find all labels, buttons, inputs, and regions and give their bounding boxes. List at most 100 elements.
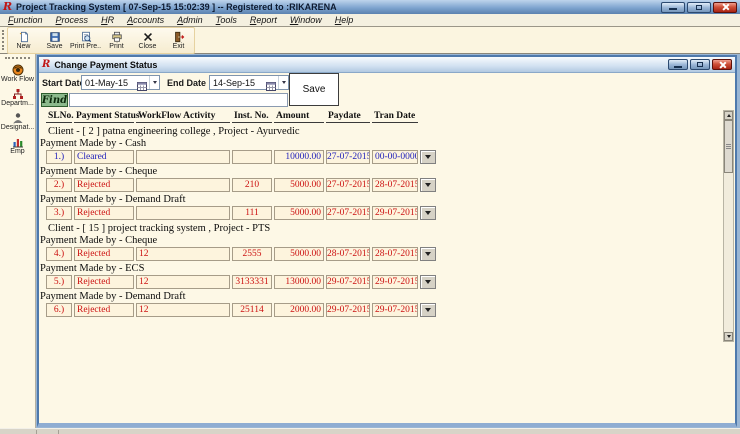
- scroll-down-button[interactable]: [724, 332, 733, 341]
- payment-status-cell[interactable]: Rejected: [74, 303, 134, 317]
- workflow-activity-cell[interactable]: [136, 178, 230, 192]
- status-separator: [58, 430, 59, 434]
- end-date-picker[interactable]: 14-Sep-15: [209, 75, 289, 90]
- payment-method-header: Payment Made by - Cash: [39, 138, 443, 150]
- find-button[interactable]: Find: [41, 93, 68, 107]
- department-icon: [12, 88, 24, 100]
- toolbar-grip[interactable]: [2, 30, 6, 50]
- dialog-close-button[interactable]: [712, 59, 732, 70]
- workflow-activity-cell[interactable]: [136, 150, 230, 164]
- dialog-minimize-button[interactable]: [668, 59, 688, 70]
- status-dropdown-button[interactable]: [420, 275, 436, 289]
- tran-date-cell[interactable]: 28-07-2015: [372, 178, 418, 192]
- tran-date-cell[interactable]: 29-07-2015: [372, 206, 418, 220]
- inst-no-cell[interactable]: [232, 150, 272, 164]
- exit-door-icon: [173, 31, 185, 43]
- tran-date-cell[interactable]: 00-00-0000: [372, 150, 418, 164]
- menu-tools[interactable]: Tools: [216, 15, 237, 25]
- tran-date-cell[interactable]: 29-07-2015: [372, 275, 418, 289]
- status-dropdown-button[interactable]: [420, 247, 436, 261]
- payment-status-cell[interactable]: Rejected: [74, 206, 134, 220]
- amount-cell[interactable]: 5000.00: [274, 206, 324, 220]
- inst-no-cell[interactable]: 3133331: [232, 275, 272, 289]
- save-button[interactable]: Save: [39, 28, 70, 53]
- close-window-button[interactable]: Close: [132, 28, 163, 53]
- scrollbar-thumb[interactable]: [724, 120, 733, 173]
- printer-icon: [111, 31, 123, 43]
- tran-date-cell[interactable]: 28-07-2015: [372, 247, 418, 261]
- amount-cell[interactable]: 10000.00: [274, 150, 324, 164]
- menu-report[interactable]: Report: [250, 15, 277, 25]
- restore-button[interactable]: [687, 2, 711, 13]
- status-dropdown-button[interactable]: [420, 303, 436, 317]
- dialog-restore-button[interactable]: [690, 59, 710, 70]
- inst-no-cell[interactable]: 210: [232, 178, 272, 192]
- payment-method-header: Payment Made by - Cheque: [39, 235, 443, 247]
- menu-function[interactable]: Function: [8, 15, 43, 25]
- paydate-cell[interactable]: 27-07-2015: [326, 206, 370, 220]
- print-preview-button[interactable]: Print Pre..: [70, 28, 101, 53]
- start-date-picker[interactable]: 01-May-15: [81, 75, 160, 90]
- exit-button[interactable]: Exit: [163, 28, 194, 53]
- vertical-scrollbar[interactable]: [723, 110, 734, 342]
- save-button[interactable]: Save: [289, 73, 339, 106]
- slno-cell: 1.): [46, 150, 72, 164]
- sidebar-item-employee[interactable]: Emp: [0, 136, 35, 155]
- sidebar-item-department[interactable]: Departm...: [0, 88, 35, 107]
- paydate-cell[interactable]: 29-07-2015: [326, 303, 370, 317]
- payment-status-cell[interactable]: Cleared: [74, 150, 134, 164]
- payment-status-cell[interactable]: Rejected: [74, 275, 134, 289]
- close-button[interactable]: [713, 2, 737, 13]
- menu-accounts[interactable]: Accounts: [127, 15, 164, 25]
- paydate-cell[interactable]: 29-07-2015: [326, 275, 370, 289]
- chevron-down-icon: [282, 81, 286, 84]
- payment-status-cell[interactable]: Rejected: [74, 178, 134, 192]
- payments-grid: SLNo. Payment Status WorkFlow Activity I…: [39, 111, 443, 319]
- status-dropdown-button[interactable]: [420, 206, 436, 220]
- menu-help[interactable]: Help: [335, 15, 354, 25]
- payment-status-cell[interactable]: Rejected: [74, 247, 134, 261]
- workflow-activity-cell[interactable]: 12: [136, 303, 230, 317]
- inst-no-cell[interactable]: 25114: [232, 303, 272, 317]
- sidebar-item-designation[interactable]: Designat...: [0, 112, 35, 131]
- sidebar-item-workflow[interactable]: Work Flow: [0, 64, 35, 83]
- inst-no-cell[interactable]: 2555: [232, 247, 272, 261]
- new-button[interactable]: New: [8, 28, 39, 53]
- workflow-activity-cell[interactable]: 12: [136, 275, 230, 289]
- header-workflow-activity: WorkFlow Activity: [136, 111, 230, 123]
- amount-cell[interactable]: 5000.00: [274, 178, 324, 192]
- sidebar-grip[interactable]: [5, 57, 30, 59]
- sidebar: Work Flow Departm... Designat... Emp: [0, 54, 36, 428]
- status-dropdown-button[interactable]: [420, 150, 436, 164]
- menu-admin[interactable]: Admin: [177, 15, 203, 25]
- chevron-down-icon: [727, 335, 731, 338]
- print-button[interactable]: Print: [101, 28, 132, 53]
- end-date-dropdown[interactable]: [278, 76, 288, 89]
- application-window: R Project Tracking System [ 07-Sep-15 15…: [0, 0, 740, 434]
- minimize-button[interactable]: [661, 2, 685, 13]
- tran-date-cell[interactable]: 29-07-2015: [372, 303, 418, 317]
- app-logo-icon: R: [3, 1, 12, 13]
- toolbar: New Save Print Pre.. Print Close Exit: [0, 27, 740, 54]
- dialog-logo-icon: R: [42, 59, 50, 70]
- table-row: 4.) Rejected 12 2555 5000.00 28-07-2015 …: [46, 247, 443, 261]
- amount-cell[interactable]: 5000.00: [274, 247, 324, 261]
- find-input[interactable]: [69, 93, 288, 107]
- workflow-activity-cell[interactable]: [136, 206, 230, 220]
- workflow-icon: [12, 64, 24, 76]
- start-date-dropdown[interactable]: [149, 76, 159, 89]
- client-group-header: Client - [ 15 ] project tracking system …: [39, 222, 443, 235]
- scroll-up-button[interactable]: [724, 111, 733, 120]
- status-dropdown-button[interactable]: [420, 178, 436, 192]
- chevron-down-icon: [425, 252, 431, 256]
- menu-hr[interactable]: HR: [101, 15, 114, 25]
- paydate-cell[interactable]: 27-07-2015: [326, 150, 370, 164]
- paydate-cell[interactable]: 28-07-2015: [326, 247, 370, 261]
- amount-cell[interactable]: 13000.00: [274, 275, 324, 289]
- menu-process[interactable]: Process: [56, 15, 89, 25]
- inst-no-cell[interactable]: 111: [232, 206, 272, 220]
- workflow-activity-cell[interactable]: 12: [136, 247, 230, 261]
- paydate-cell[interactable]: 27-07-2015: [326, 178, 370, 192]
- menu-window[interactable]: Window: [290, 15, 322, 25]
- amount-cell[interactable]: 2000.00: [274, 303, 324, 317]
